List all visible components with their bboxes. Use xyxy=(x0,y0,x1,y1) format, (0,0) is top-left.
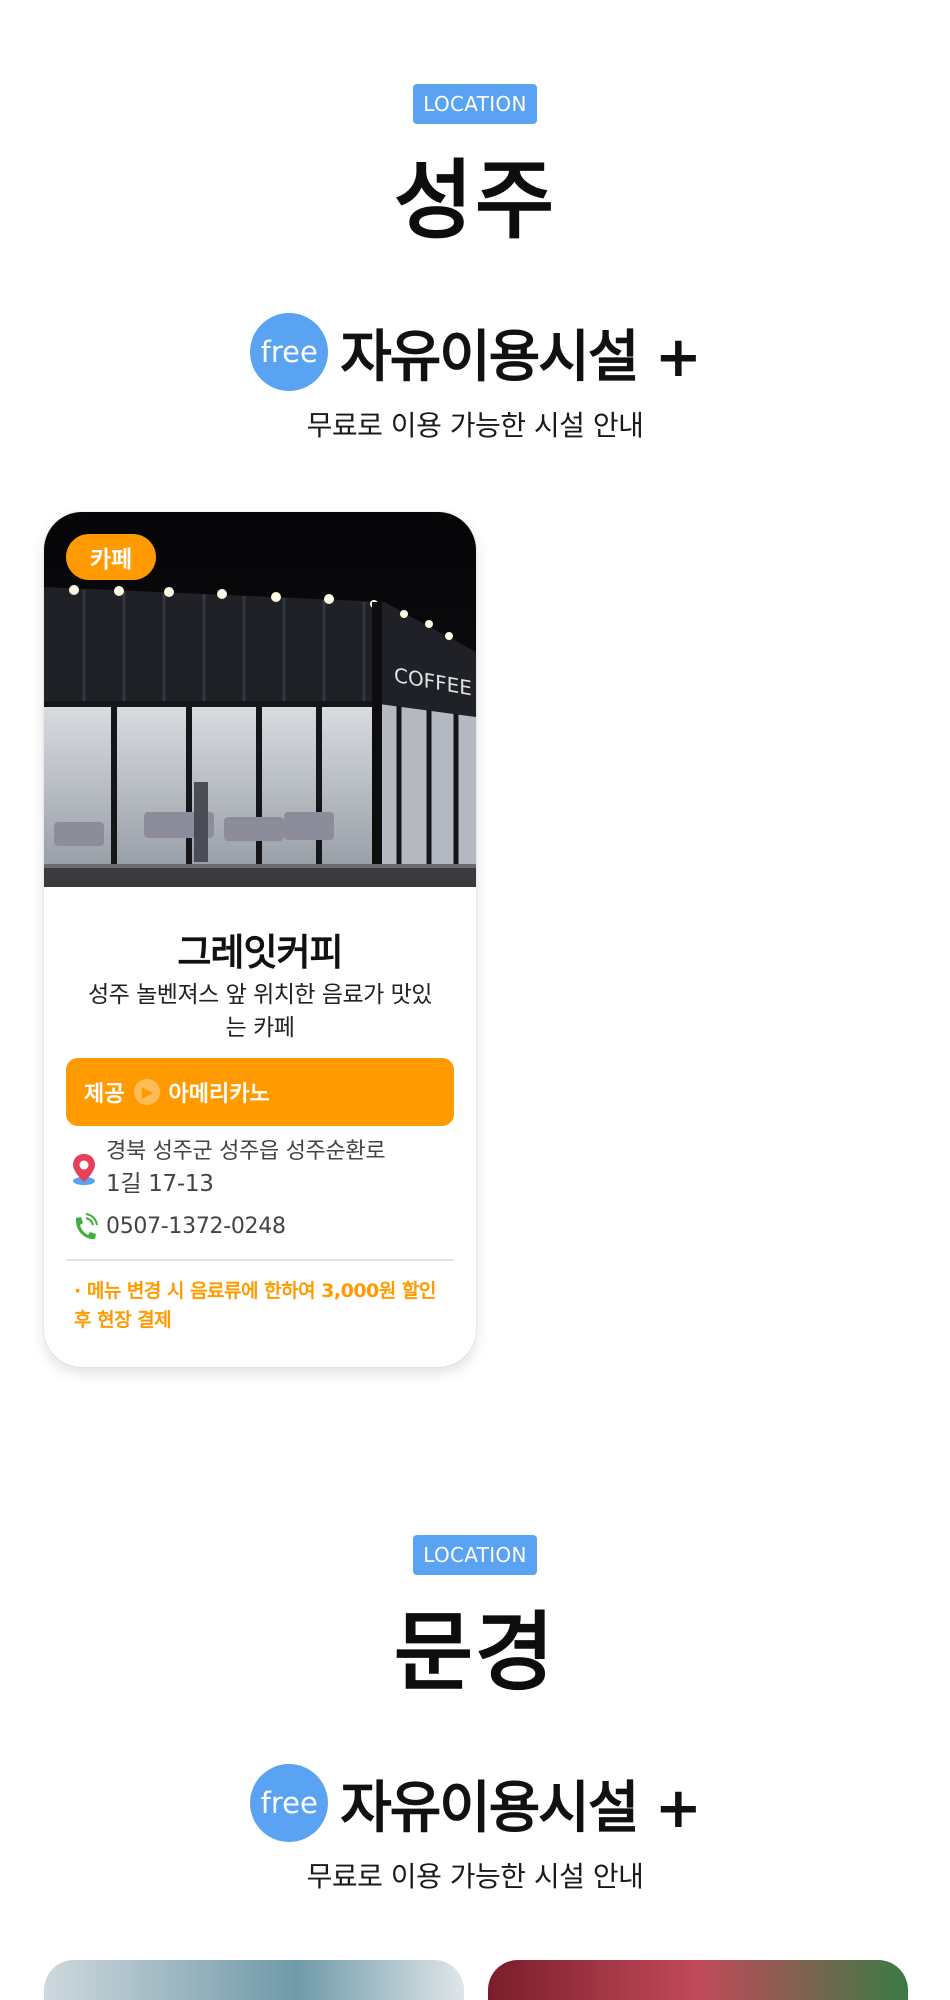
free-facilities-heading: free 자유이용시설 + xyxy=(0,311,950,393)
free-facilities-heading: free 자유이용시설 + xyxy=(0,1762,950,1844)
facility-card-preview[interactable] xyxy=(44,1960,464,2000)
free-facilities-title: 자유이용시설 + xyxy=(340,324,702,390)
provide-bar: 제공 ▶ 아메리카노 xyxy=(66,1058,454,1126)
free-facilities-subtitle: 무료로 이용 가능한 시설 안내 xyxy=(306,409,644,442)
free-badge: free xyxy=(250,1764,329,1842)
provide-label: 제공 xyxy=(84,1082,125,1107)
chevron-right-icon: ▶ xyxy=(134,1079,161,1105)
provide-item: 아메리카노 xyxy=(168,1082,270,1107)
region-title: 성주 xyxy=(393,151,557,251)
address-line-2: 1길 17-13 xyxy=(106,1171,214,1197)
free-facilities-title: 자유이용시설 + xyxy=(340,1775,702,1841)
facility-card[interactable]: COFFEE 카페 그레잇커피 성주 놀벤져스 앞 위치한 음료가 맛있는 카페… xyxy=(44,512,476,1367)
discount-note: · 메뉴 변경 시 음료류에 한하여 3,000원 할인 후 현장 결제 xyxy=(74,1280,436,1331)
facility-card-preview[interactable] xyxy=(488,1960,908,2000)
address: 경북 성주군 성주읍 성주순환로 1길 17-13 xyxy=(106,1136,446,1200)
divider xyxy=(66,1259,454,1261)
facility-name: 그레잇커피 xyxy=(177,931,343,974)
region-title: 문경 xyxy=(393,1603,557,1703)
phone-number[interactable]: 0507-1372-0248 xyxy=(106,1211,446,1243)
facility-description: 성주 놀벤져스 앞 위치한 음료가 맛있는 카페 xyxy=(88,982,432,1041)
location-badge: LOCATION xyxy=(413,1535,537,1575)
map-pin-icon xyxy=(73,1154,95,1185)
location-badge: LOCATION xyxy=(413,84,537,124)
free-badge: free xyxy=(250,313,329,391)
category-badge: 카페 xyxy=(66,534,156,580)
free-facilities-subtitle: 무료로 이용 가능한 시설 안내 xyxy=(306,1860,644,1893)
address-line-1: 경북 성주군 성주읍 성주순환로 xyxy=(106,1139,386,1164)
phone-icon xyxy=(75,1213,98,1240)
